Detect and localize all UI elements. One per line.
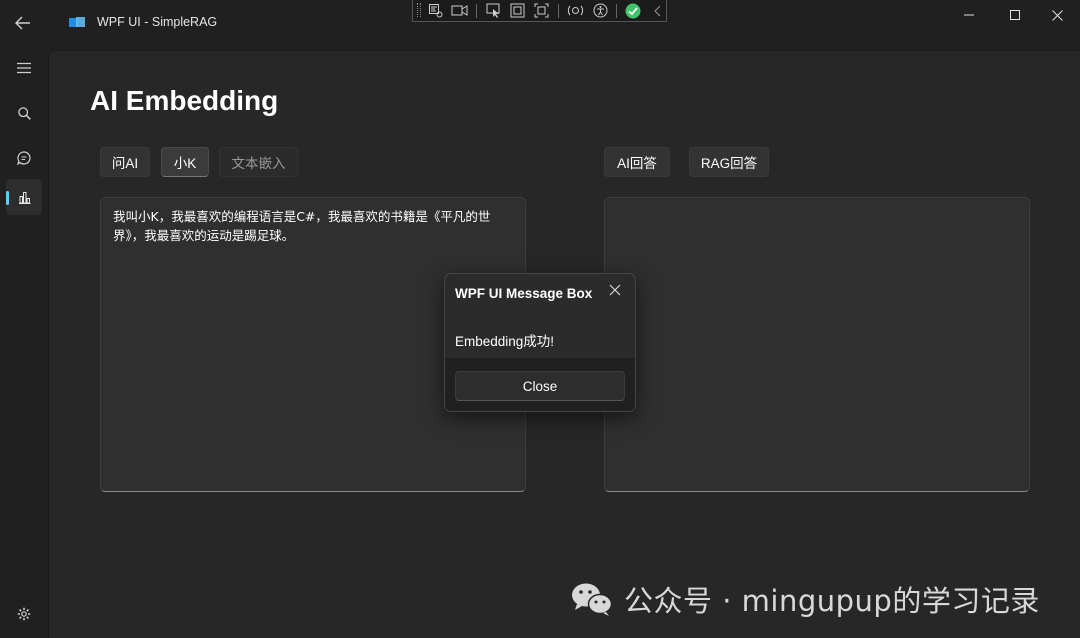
message-box-content: Embedding成功! bbox=[455, 334, 555, 349]
navigation-sidebar bbox=[0, 48, 48, 638]
accessibility-icon[interactable] bbox=[592, 2, 608, 19]
title-bar: WPF UI - SimpleRAG bbox=[0, 0, 1080, 48]
active-indicator bbox=[6, 191, 9, 205]
chart-icon bbox=[18, 191, 30, 204]
message-box-title: WPF UI Message Box bbox=[455, 286, 593, 301]
text-embed-button[interactable]: 文本嵌入 bbox=[219, 147, 298, 177]
app-logo-icon bbox=[69, 17, 85, 27]
watermark-text: 公众号 · mingupup的学习记录 bbox=[624, 584, 1040, 618]
xiao-k-button[interactable]: 小K bbox=[161, 147, 209, 177]
collapse-chevron-icon[interactable] bbox=[650, 2, 666, 19]
hot-reload-icon[interactable] bbox=[567, 2, 584, 19]
back-arrow-icon bbox=[15, 16, 30, 30]
page-title: AI Embedding bbox=[90, 85, 279, 116]
minimize-icon bbox=[964, 14, 974, 16]
minimize-button[interactable] bbox=[946, 0, 992, 30]
sidebar-item-chat[interactable] bbox=[6, 140, 42, 176]
watermark: 公众号 · mingupup的学习记录 bbox=[570, 578, 1040, 620]
close-icon bbox=[609, 284, 621, 296]
wechat-icon bbox=[572, 583, 613, 616]
toolbar-grip-icon[interactable] bbox=[417, 3, 421, 17]
checkmark-status-icon[interactable] bbox=[625, 2, 641, 19]
close-icon bbox=[1051, 9, 1063, 21]
message-box-ok-button[interactable]: Close bbox=[455, 371, 625, 401]
gear-icon bbox=[17, 607, 31, 621]
sidebar-item-settings[interactable] bbox=[6, 596, 42, 632]
close-window-button[interactable] bbox=[1034, 0, 1080, 30]
maximize-icon bbox=[1010, 10, 1020, 20]
live-visual-tree-icon[interactable] bbox=[427, 2, 443, 19]
chat-icon bbox=[17, 151, 31, 165]
sidebar-item-search[interactable] bbox=[6, 95, 42, 131]
search-icon bbox=[17, 106, 31, 120]
rag-answer-button[interactable]: RAG回答 bbox=[689, 147, 769, 177]
sidebar-item-menu[interactable] bbox=[6, 50, 42, 86]
back-button[interactable] bbox=[8, 8, 38, 38]
display-layout-icon[interactable] bbox=[510, 2, 526, 19]
message-box-dialog: WPF UI Message Box Embedding成功! Close bbox=[444, 273, 636, 412]
message-box-close-button[interactable] bbox=[607, 282, 623, 298]
hamburger-icon bbox=[17, 62, 31, 74]
maximize-button[interactable] bbox=[992, 0, 1038, 30]
record-icon[interactable] bbox=[451, 2, 468, 19]
message-box-footer: Close bbox=[445, 358, 635, 411]
ai-answer-button[interactable]: AI回答 bbox=[604, 147, 670, 177]
output-textbox[interactable] bbox=[604, 197, 1030, 492]
app-title: WPF UI - SimpleRAG bbox=[97, 15, 218, 29]
debug-toolbar bbox=[412, 0, 667, 22]
track-focus-icon[interactable] bbox=[534, 2, 550, 19]
sidebar-item-embedding[interactable] bbox=[6, 179, 42, 215]
ask-ai-button[interactable]: 问AI bbox=[100, 147, 150, 177]
select-element-icon[interactable] bbox=[485, 2, 501, 19]
